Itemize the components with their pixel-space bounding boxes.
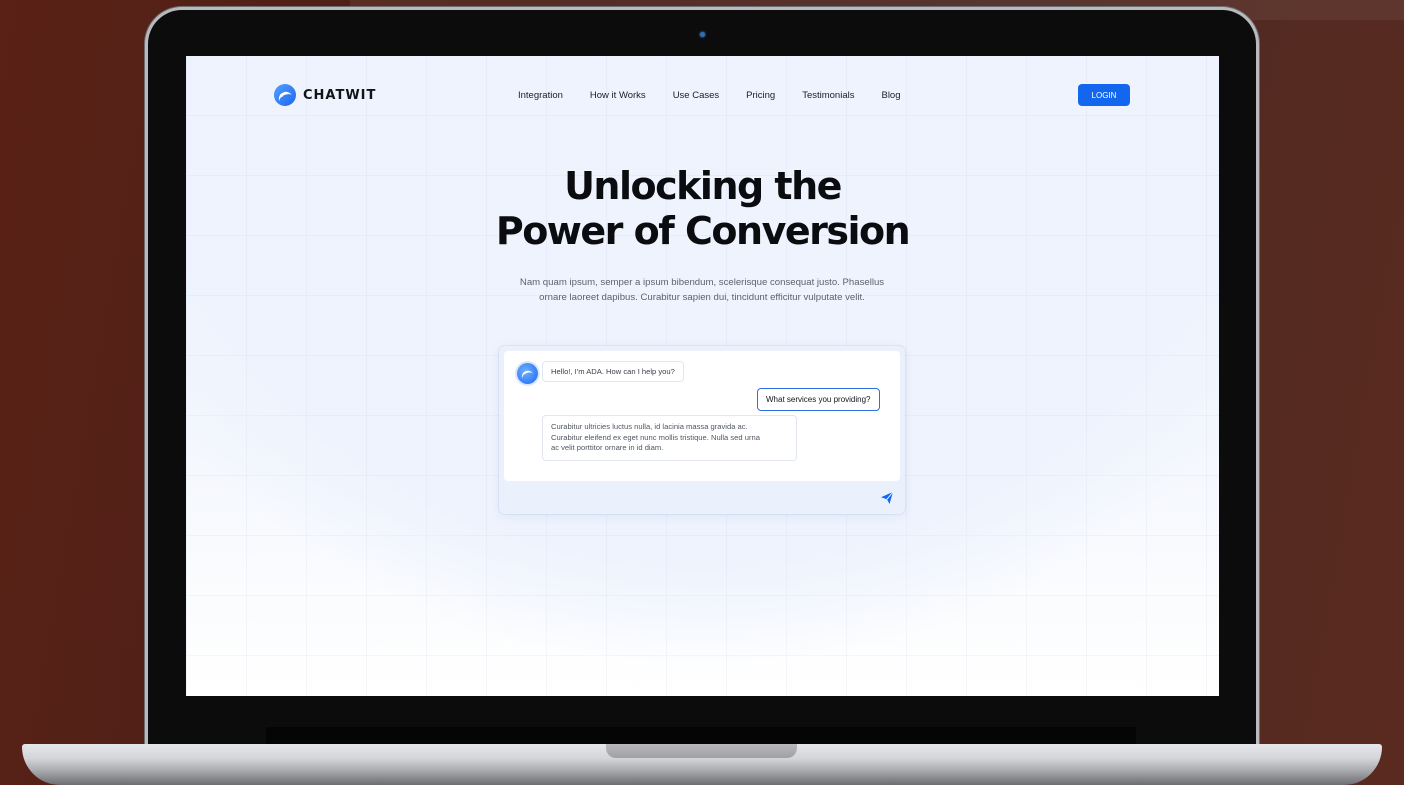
hero-subtitle: Nam quam ipsum, semper a ipsum bibendum,… — [502, 275, 902, 305]
chatwit-logo-icon — [274, 84, 296, 106]
nav-item-pricing[interactable]: Pricing — [746, 90, 775, 101]
hero-subtitle-line-2: ornare laoreet dapibus. Curabitur sapien… — [539, 292, 865, 303]
screen: CHATWIT Integration How it Works Use Cas… — [186, 56, 1219, 696]
brand-logo[interactable]: CHATWIT — [274, 84, 376, 106]
hero-subtitle-line-1: Nam quam ipsum, semper a ipsum bibendum,… — [519, 277, 885, 288]
chat-messages: Hello!, I'm ADA. How can I help you? Wha… — [504, 351, 900, 481]
bot-reply-line-3: ac velit porttitor ornare in id diam. — [551, 443, 664, 453]
nav-item-integration[interactable]: Integration — [518, 90, 563, 101]
nav-item-use-cases[interactable]: Use Cases — [673, 90, 719, 101]
bot-reply-line-2: Curabitur eleifend ex eget nunc mollis t… — [551, 432, 760, 442]
bot-avatar-icon — [517, 363, 538, 384]
send-arrow-glyph — [881, 491, 894, 504]
bot-greeting-bubble: Hello!, I'm ADA. How can I help you? — [542, 361, 684, 382]
laptop-notch — [606, 744, 797, 758]
chat-widget: Hello!, I'm ADA. How can I help you? Wha… — [499, 346, 905, 514]
bot-reply-line-1: Curabitur ultricies luctus nulla, id lac… — [551, 422, 748, 431]
login-button[interactable]: LOGIN — [1078, 84, 1130, 106]
nav-item-how-it-works[interactable]: How it Works — [590, 90, 646, 101]
hero-title: Unlocking the Power of Conversion — [186, 164, 1219, 254]
main-nav: Integration How it Works Use Cases Prici… — [518, 90, 901, 101]
user-message-bubble: What services you providing? — [757, 388, 880, 411]
hero-title-line-1: Unlocking the — [564, 164, 842, 208]
hero-title-line-2: Power of Conversion — [495, 209, 911, 253]
send-icon[interactable] — [880, 491, 894, 505]
bot-reply-bubble: Curabitur ultricies luctus nulla, id lac… — [542, 415, 797, 461]
camera-dot — [700, 32, 705, 37]
nav-item-testimonials[interactable]: Testimonials — [802, 90, 854, 101]
nav-item-blog[interactable]: Blog — [881, 90, 900, 101]
brand-name: CHATWIT — [303, 87, 377, 103]
